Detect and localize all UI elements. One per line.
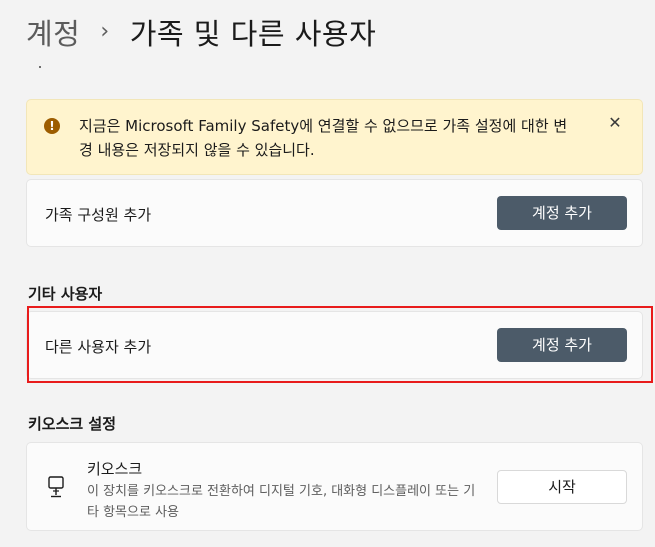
warning-icon: !	[44, 118, 60, 134]
breadcrumb: 계정 › 가족 및 다른 사용자	[26, 10, 376, 54]
kiosk-card: 키오스크 이 장치를 키오스크로 전환하여 디지털 기호, 대화형 디스플레이 …	[26, 442, 643, 531]
decorative-dot	[39, 66, 41, 68]
kiosk-title: 키오스크	[87, 460, 143, 478]
kiosk-settings-heading: 키오스크 설정	[28, 415, 117, 433]
close-icon[interactable]: ✕	[604, 112, 626, 134]
warning-banner-text: 지금은 Microsoft Family Safety에 연결할 수 없으므로 …	[79, 117, 568, 159]
add-other-user-label: 다른 사용자 추가	[45, 338, 152, 356]
add-other-user-account-button[interactable]: 계정 추가	[497, 328, 627, 362]
add-other-user-card: 다른 사용자 추가 계정 추가	[26, 311, 643, 379]
breadcrumb-parent-accounts[interactable]: 계정	[26, 11, 80, 53]
kiosk-icon	[48, 476, 64, 498]
breadcrumb-separator: ›	[100, 18, 110, 44]
warning-banner: ! 지금은 Microsoft Family Safety에 연결할 수 없으므…	[26, 99, 643, 175]
add-family-member-card: 가족 구성원 추가 계정 추가	[26, 179, 643, 247]
kiosk-description: 이 장치를 키오스크로 전환하여 디지털 기호, 대화형 디스플레이 또는 기타…	[87, 484, 476, 520]
page-title: 가족 및 다른 사용자	[129, 17, 377, 51]
add-family-account-button[interactable]: 계정 추가	[497, 196, 627, 230]
other-users-heading: 기타 사용자	[28, 285, 103, 303]
add-family-member-label: 가족 구성원 추가	[45, 206, 152, 224]
kiosk-start-button[interactable]: 시작	[497, 470, 627, 504]
